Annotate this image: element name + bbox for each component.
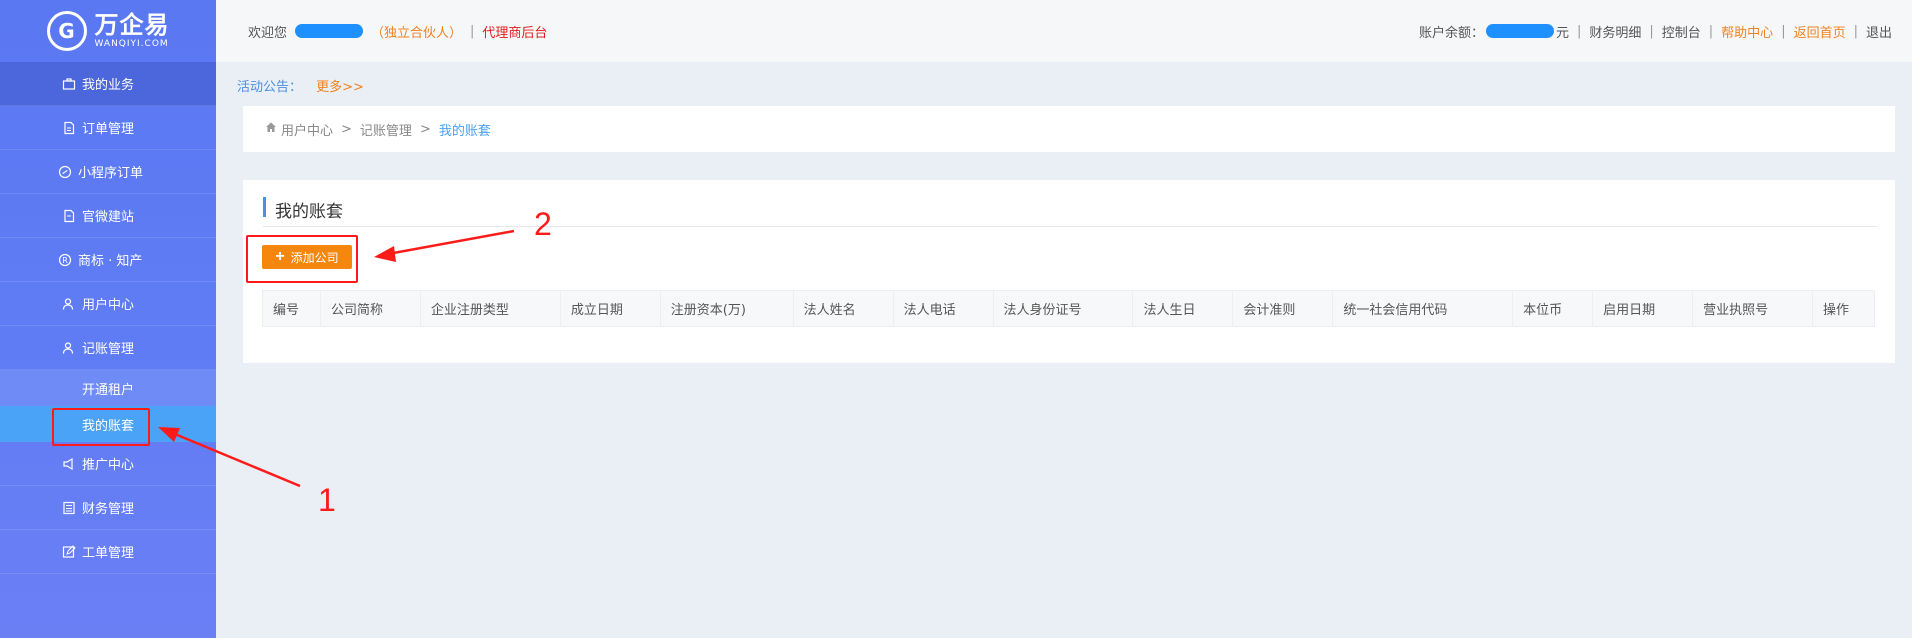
document-icon [62, 209, 76, 223]
divider: | [1649, 23, 1654, 39]
breadcrumb-item-bookkeeping[interactable]: 记账管理 [360, 120, 412, 139]
breadcrumb-item-current: 我的账套 [438, 123, 491, 139]
column-header: 本位币 [1512, 290, 1594, 327]
divider: | [1576, 23, 1582, 39]
logo[interactable]: G 万企易 WANQIYI.COM [0, 0, 216, 62]
section-title: 我的账套 [263, 197, 1877, 227]
table-header-row: 编号 公司简称 企业注册类型 成立日期 注册资本(万) 法人姓名 法人电话 法人… [262, 290, 1876, 327]
welcome-text: 欢迎您 [248, 25, 288, 41]
logout-link[interactable]: 退出 [1866, 22, 1892, 41]
user-icon [62, 297, 76, 311]
megaphone-icon [62, 457, 76, 471]
title-accent-bar [263, 197, 266, 217]
sidebar-item-bookkeeping[interactable]: 记账管理 [0, 326, 216, 370]
user-icon [62, 341, 76, 355]
finance-details-link[interactable]: 财务明细 [1589, 22, 1641, 41]
sidebar-item-label: 用户中心 [82, 298, 135, 313]
column-header: 法人姓名 [792, 290, 894, 327]
column-header: 法人身份证号 [992, 290, 1134, 327]
column-header: 成立日期 [559, 290, 661, 327]
mini-program-icon [58, 165, 72, 179]
calculator-icon [62, 501, 76, 515]
sidebar-item-label: 小程序订单 [78, 166, 144, 181]
column-header: 统一社会信用代码 [1332, 290, 1514, 327]
activity-notice: 活动公告： 更多>> [237, 76, 364, 95]
breadcrumb-item-user-center[interactable]: 用户中心 [281, 120, 333, 139]
sidebar-item-label: 我的业务 [82, 78, 135, 93]
logo-sub: WANQIYI.COM [94, 39, 169, 49]
sidebar: G 万企易 WANQIYI.COM 我的业务 订单管理 小程序订单 官微建站 R… [0, 0, 216, 638]
column-header: 营业执照号 [1692, 290, 1813, 327]
column-header: 法人电话 [892, 290, 994, 327]
column-header: 会计准则 [1232, 290, 1334, 327]
page-title: 我的账套 [275, 202, 343, 222]
help-center-link[interactable]: 帮助中心 [1721, 22, 1773, 41]
sidebar-item-label: 工单管理 [82, 546, 135, 561]
annotation-number-1: 1 [318, 482, 336, 518]
sidebar-item-trademark[interactable]: R 商标 · 知产 [0, 238, 216, 282]
plus-icon: + [275, 248, 285, 265]
column-header: 公司简称 [319, 290, 421, 327]
column-header: 注册资本(万) [659, 290, 794, 327]
sidebar-item-label: 推广中心 [82, 458, 135, 473]
breadcrumb-separator: > [341, 121, 352, 137]
sidebar-item-mini-program-orders[interactable]: 小程序订单 [0, 150, 216, 194]
sidebar-item-label: 商标 · 知产 [78, 254, 143, 269]
divider: | [1781, 23, 1786, 39]
topbar: 欢迎您 （独立合伙人） | 代理商后台 账户余额： 元 | 财务明细 | 控制台… [216, 0, 1912, 62]
briefcase-icon [62, 77, 76, 91]
accounts-panel: 我的账套 + 添加公司 编号 公司简称 企业注册类型 成立日期 注册资本(万) … [243, 180, 1895, 363]
column-header: 企业注册类型 [419, 290, 561, 327]
edit-icon [62, 544, 76, 559]
sidebar-item-my-business[interactable]: 我的业务 [0, 62, 216, 106]
redacted-balance [1485, 24, 1554, 38]
sidebar-item-finance[interactable]: 财务管理 [0, 486, 216, 530]
notice-label: 活动公告： [237, 80, 303, 95]
sidebar-item-label: 官微建站 [82, 210, 135, 225]
home-link[interactable]: 返回首页 [1794, 22, 1846, 41]
logo-mark-icon: G [46, 11, 87, 51]
balance-unit: 元 [1555, 25, 1569, 41]
sidebar-item-user-center[interactable]: 用户中心 [0, 282, 216, 326]
console-link[interactable]: 控制台 [1662, 22, 1701, 41]
sidebar-item-website[interactable]: 官微建站 [0, 194, 216, 238]
add-company-label: 添加公司 [290, 250, 339, 265]
sidebar-item-tickets[interactable]: 工单管理 [0, 530, 216, 574]
redacted-username [295, 24, 364, 38]
bookkeeping-submenu: 开通租户 我的账套 [0, 370, 216, 442]
sidebar-subitem-open-tenant[interactable]: 开通租户 [0, 370, 216, 406]
breadcrumb-separator: > [419, 121, 431, 137]
sidebar-subitem-my-accounts[interactable]: 我的账套 [0, 406, 216, 442]
registered-icon: R [58, 253, 72, 267]
document-icon [62, 121, 76, 135]
column-header: 编号 [262, 290, 321, 327]
sidebar-item-label: 订单管理 [82, 122, 135, 137]
annotation-number-2: 2 [534, 206, 552, 242]
divider: | [1853, 23, 1858, 39]
column-header: 法人生日 [1132, 290, 1234, 327]
balance-label: 账户余额： [1418, 25, 1484, 41]
divider: | [470, 23, 475, 39]
column-header: 启用日期 [1592, 290, 1694, 327]
divider: | [1708, 23, 1714, 39]
column-header: 操作 [1811, 290, 1876, 327]
logo-name: 万企易 [94, 11, 170, 39]
agent-backend-link[interactable]: 代理商后台 [482, 22, 547, 41]
sidebar-item-label: 财务管理 [82, 502, 135, 517]
sidebar-item-label: 记账管理 [82, 342, 135, 357]
accounts-table: 编号 公司简称 企业注册类型 成立日期 注册资本(万) 法人姓名 法人电话 法人… [262, 290, 1876, 327]
home-icon [265, 121, 277, 137]
sidebar-item-orders[interactable]: 订单管理 [0, 106, 216, 150]
add-company-button[interactable]: + 添加公司 [262, 245, 352, 269]
breadcrumb: 用户中心 > 记账管理 > 我的账套 [243, 106, 1895, 152]
notice-more-link[interactable]: 更多>> [316, 80, 364, 95]
svg-text:R: R [62, 256, 68, 265]
role-text: （独立合伙人） [371, 25, 463, 41]
sidebar-item-promotion[interactable]: 推广中心 [0, 442, 216, 486]
